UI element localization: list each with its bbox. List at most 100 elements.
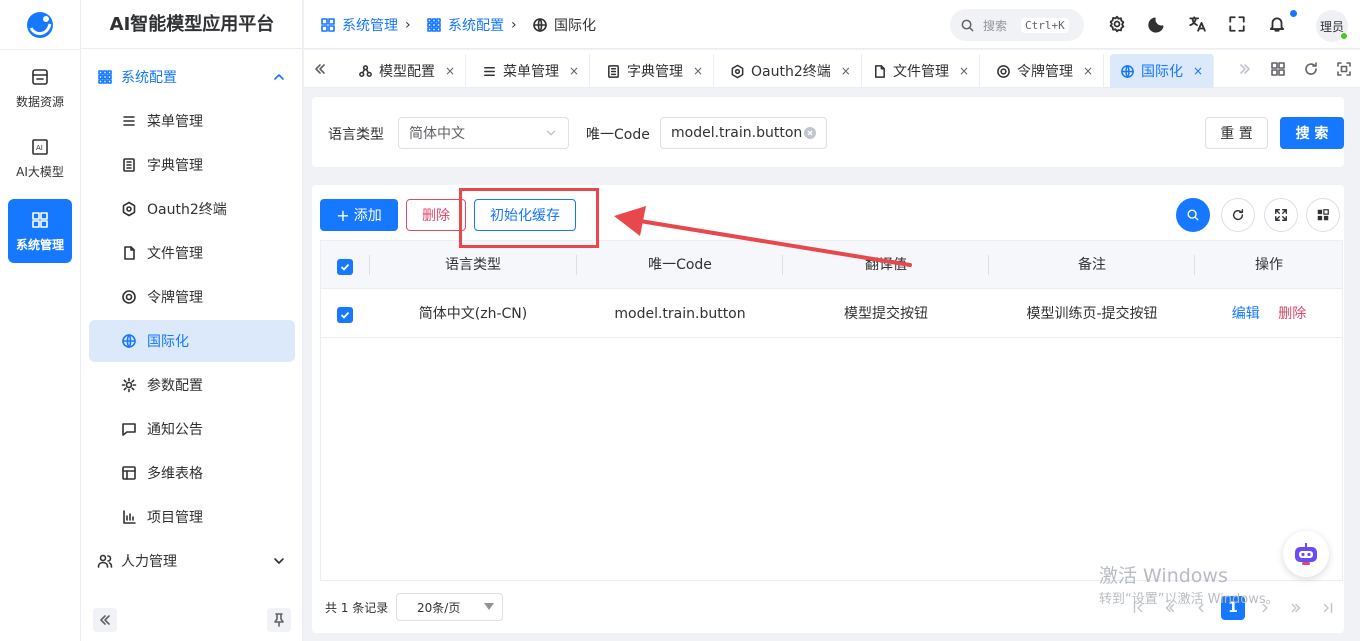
reset-button[interactable]: 重 置 — [1205, 117, 1268, 149]
close-icon[interactable]: × — [1193, 64, 1203, 78]
tab-dict-manage[interactable]: 字典管理 × — [596, 54, 715, 88]
expand-icon — [1275, 209, 1287, 221]
menu-group-system-config[interactable]: 系统配置 — [89, 56, 295, 98]
tabs-maximize-button[interactable] — [1333, 58, 1355, 80]
cell-code: model.train.button — [614, 306, 746, 322]
add-button[interactable]: + 添加 — [320, 199, 398, 231]
tab-label: 模型配置 — [379, 64, 435, 80]
system-icon — [321, 17, 335, 32]
menu-item-notice[interactable]: 通知公告 — [89, 408, 295, 450]
close-icon[interactable]: × — [841, 64, 851, 78]
global-search[interactable]: 搜索 Ctrl+K — [950, 9, 1084, 41]
breadcrumb-separator-icon: › — [405, 17, 411, 33]
model-icon — [359, 64, 372, 77]
close-icon[interactable]: × — [693, 64, 703, 78]
menu-item-i18n[interactable]: 国际化 — [89, 320, 295, 362]
menu-group-hr[interactable]: 人力管理 — [89, 540, 295, 582]
annotation-highlight-box — [459, 188, 599, 248]
edit-link[interactable]: 编辑 — [1232, 306, 1260, 322]
app-logo-icon[interactable] — [25, 10, 55, 40]
next-group-button[interactable] — [1284, 596, 1308, 620]
grid-icon — [427, 17, 441, 32]
collapse-menu-button[interactable] — [93, 608, 117, 632]
tabs-refresh-button[interactable] — [1300, 58, 1322, 80]
search-button[interactable]: 搜 索 — [1280, 117, 1344, 149]
check-icon — [340, 263, 350, 271]
menu-item-menu-manage[interactable]: 菜单管理 — [89, 100, 295, 142]
language-button[interactable] — [1188, 15, 1208, 35]
column-settings-button[interactable] — [1306, 198, 1340, 232]
menu-item-file-manage[interactable]: 文件管理 — [89, 232, 295, 274]
refresh-table-button[interactable] — [1221, 198, 1255, 232]
select-all-checkbox[interactable] — [337, 259, 353, 275]
tab-i18n[interactable]: 国际化 × — [1110, 54, 1215, 88]
users-icon — [97, 554, 113, 568]
close-icon[interactable]: × — [569, 64, 579, 78]
chart-icon — [123, 510, 136, 524]
assistant-bot-button[interactable] — [1283, 531, 1329, 577]
clear-icon[interactable] — [804, 127, 816, 139]
tabs-bar: 模型配置 × 菜单管理 × 字典管理 × Oauth2终端 × 文件管理 × 令… — [304, 50, 1360, 88]
breadcrumb-system-config[interactable]: 系统配置 — [426, 0, 504, 49]
online-status-dot — [1340, 32, 1348, 40]
double-chevron-left-icon — [100, 615, 110, 625]
table-row[interactable]: 简体中文(zh-CN) model.train.button 模型提交按钮 模型… — [321, 290, 1342, 338]
tab-oauth2[interactable]: Oauth2终端 × — [720, 54, 862, 88]
tabs-scroll-right[interactable] — [1234, 58, 1256, 80]
pin-menu-button[interactable] — [267, 608, 291, 632]
rail-item-label: 系统管理 — [15, 237, 64, 252]
tab-model-config[interactable]: 模型配置 × — [348, 54, 467, 88]
rail-item-ai-model[interactable]: AI AI大模型 — [8, 126, 72, 190]
tab-menu-manage[interactable]: 菜单管理 × — [472, 54, 591, 88]
menu-item-dict-manage[interactable]: 字典管理 — [89, 144, 295, 186]
lang-type-select[interactable]: 简体中文 — [398, 117, 569, 149]
rail-item-system[interactable]: 系统管理 — [8, 199, 72, 263]
maximize-icon — [1337, 62, 1351, 76]
close-icon[interactable]: × — [445, 64, 455, 78]
tabs-menu-button[interactable] — [1267, 58, 1289, 80]
menu-item-label: 令牌管理 — [147, 290, 203, 306]
tab-file-manage[interactable]: 文件管理 × — [862, 54, 981, 88]
page-size-value: 20条/页 — [417, 600, 461, 615]
page-size-select[interactable]: 20条/页 — [396, 593, 503, 621]
close-icon[interactable]: × — [1083, 64, 1093, 78]
last-page-button[interactable] — [1316, 596, 1340, 620]
system-icon — [32, 211, 48, 228]
batch-delete-button[interactable]: 删除 — [406, 199, 466, 231]
breadcrumb-system-manage[interactable]: 系统管理 — [320, 0, 398, 49]
settings-button[interactable] — [1108, 15, 1128, 35]
menu-item-label: 国际化 — [147, 334, 189, 350]
tab-label: Oauth2终端 — [751, 64, 831, 80]
menu-item-token-manage[interactable]: 令牌管理 — [89, 276, 295, 318]
plus-icon: + — [336, 205, 350, 225]
tab-label: 国际化 — [1141, 64, 1183, 80]
rail-item-label: 数据资源 — [15, 94, 64, 109]
menu-item-label: 参数配置 — [147, 378, 203, 394]
toggle-search-button[interactable] — [1176, 198, 1210, 232]
notification-button[interactable] — [1268, 15, 1288, 35]
cell-remark: 模型训练页-提交按钮 — [1026, 306, 1158, 322]
hexagon-icon — [731, 64, 744, 78]
menu-item-params[interactable]: 参数配置 — [89, 364, 295, 406]
cell-lang: 简体中文(zh-CN) — [418, 306, 528, 322]
menu-item-project[interactable]: 项目管理 — [89, 496, 295, 538]
tab-token-manage[interactable]: 令牌管理 × — [986, 54, 1105, 88]
menu-item-multi-table[interactable]: 多维表格 — [89, 452, 295, 494]
fullscreen-button[interactable] — [1228, 15, 1248, 35]
book-icon — [608, 64, 619, 78]
rail-item-data-resource[interactable]: 数据资源 — [8, 56, 72, 120]
fullscreen-table-button[interactable] — [1264, 198, 1298, 232]
close-icon[interactable]: × — [959, 64, 969, 78]
row-checkbox[interactable] — [337, 307, 353, 323]
code-input[interactable]: model.train.button — [660, 117, 827, 149]
tabs-scroll-left[interactable] — [309, 58, 331, 80]
menu-item-oauth2[interactable]: Oauth2终端 — [89, 188, 295, 230]
columns-icon — [1317, 209, 1329, 221]
theme-toggle-button[interactable] — [1148, 15, 1168, 35]
breadcrumb-label: 系统管理 — [342, 17, 398, 34]
left-rail: 数据资源 AI AI大模型 系统管理 — [0, 0, 81, 641]
code-input-value: model.train.button — [671, 125, 803, 141]
fullscreen-icon — [1229, 16, 1245, 32]
delete-link[interactable]: 删除 — [1278, 306, 1306, 322]
list-icon — [484, 66, 495, 76]
